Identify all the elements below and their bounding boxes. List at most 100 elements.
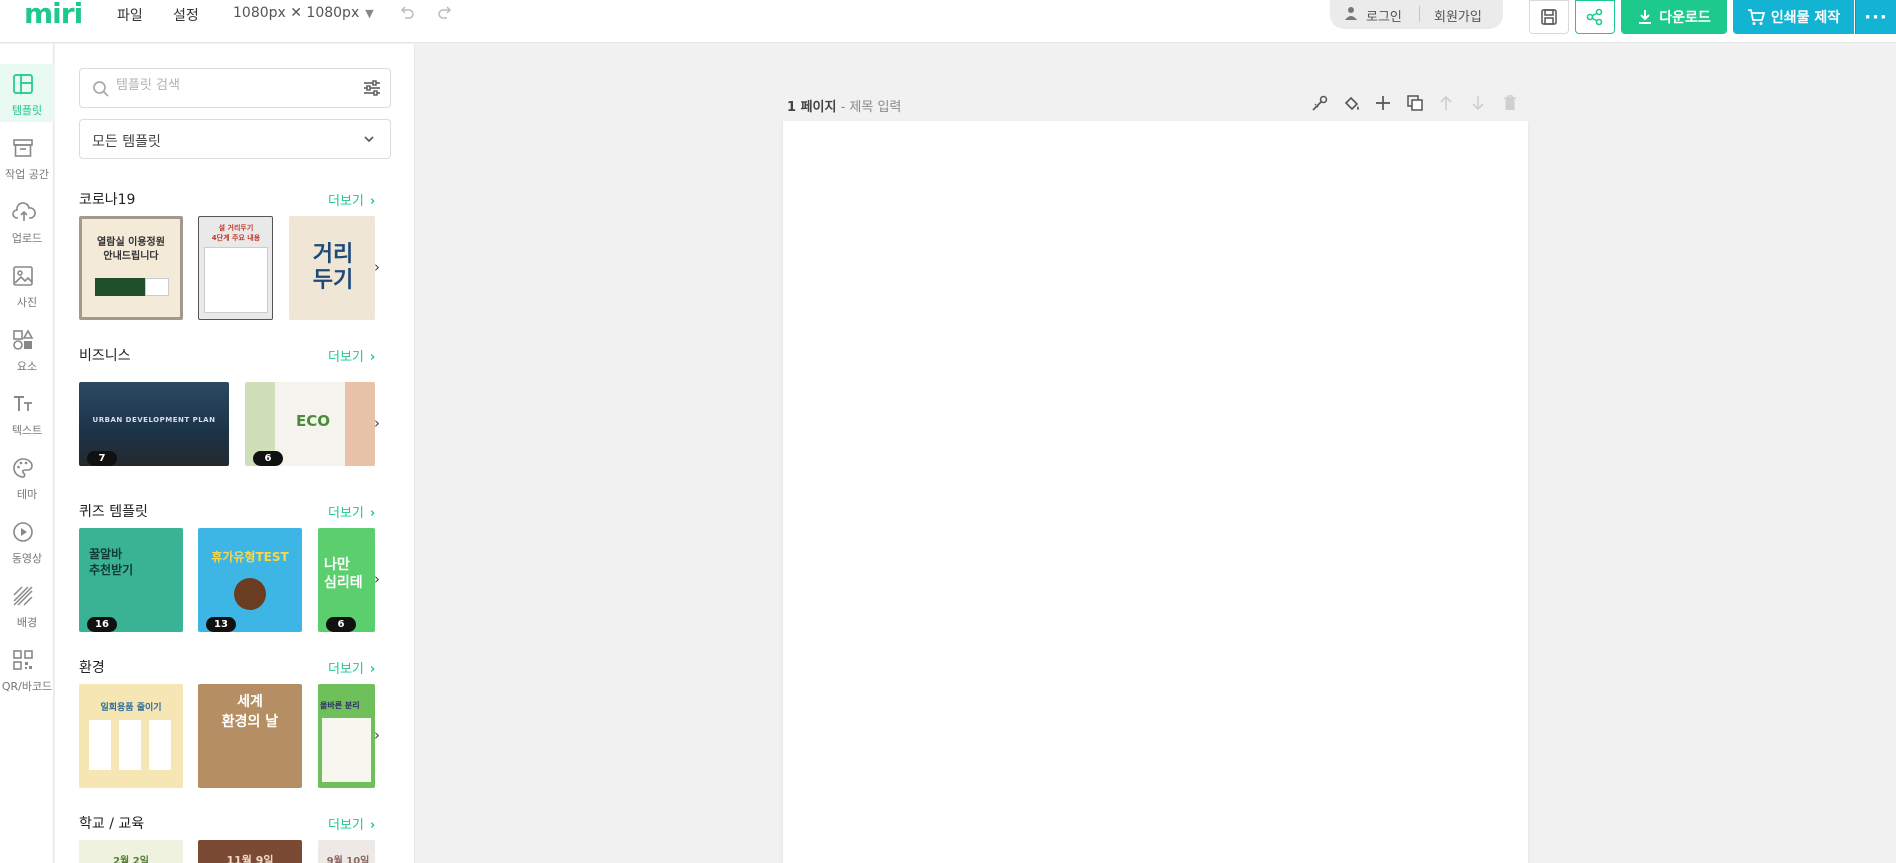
template-thumb[interactable]: 휴가유형TEST 13 [198, 528, 302, 632]
thumb-graphic [89, 720, 111, 770]
rail-item-upload[interactable]: 업로드 [0, 192, 54, 250]
template-thumb[interactable]: 일회용품 줄이기 [79, 684, 183, 788]
menu-file[interactable]: 파일 [117, 5, 143, 25]
rail-label: 템플릿 [11, 104, 43, 117]
share-icon [1586, 8, 1603, 26]
download-icon [1639, 10, 1652, 24]
chevron-down-icon [364, 136, 374, 143]
template-thumb[interactable]: URBAN DEVELOPMENT PLAN 7 [79, 382, 229, 466]
template-thumb[interactable]: 나만 심리테 6 [318, 528, 375, 632]
rail-item-text[interactable]: 텍스트 [0, 384, 54, 442]
chevron-right-icon[interactable]: › [374, 414, 380, 432]
chevron-right-icon[interactable]: › [374, 570, 380, 588]
canvas-size-select[interactable]: 1080px ✕ 1080px ▼ [233, 5, 374, 21]
thumb-graphic [234, 578, 266, 610]
thumb-text: 설 거리두기 4단계 주요 내용 [211, 224, 261, 242]
save-button[interactable] [1529, 0, 1569, 34]
add-page-icon[interactable] [1374, 94, 1392, 116]
archive-icon [13, 139, 33, 157]
template-count-badge: 16 [87, 617, 117, 632]
thumb-text: ECO [295, 412, 330, 430]
move-down-icon [1469, 94, 1487, 116]
template-thumb[interactable]: 세계 환경의 날 [198, 684, 302, 788]
chevron-right-icon[interactable]: › [374, 726, 380, 744]
rail-item-background[interactable]: 배경 [0, 576, 54, 634]
filter-icon[interactable] [363, 79, 381, 97]
rail-label: 텍스트 [11, 424, 43, 437]
template-thumb[interactable]: 11월 9일 [198, 840, 302, 863]
more-link-label: 더보기 [328, 350, 364, 365]
print-label: 인쇄물 제작 [1770, 10, 1841, 26]
fill-bucket-icon[interactable] [1343, 94, 1361, 116]
copy-page-icon[interactable] [1406, 94, 1424, 116]
template-thumb[interactable]: 올바른 분리 [318, 684, 375, 788]
chevron-right-icon: › [369, 818, 376, 833]
redo-icon[interactable] [436, 4, 456, 24]
thumb-text: 휴가유형TEST [211, 550, 289, 564]
chevron-right-icon: › [369, 194, 376, 209]
search-input[interactable] [116, 78, 336, 93]
template-count-badge: 13 [206, 617, 236, 632]
template-thumb[interactable]: ECO 6 [245, 382, 375, 466]
more-link-quiz[interactable]: 더보기 › [328, 502, 375, 521]
template-thumb[interactable]: 거리 두기 [289, 216, 375, 320]
more-link-covid[interactable]: 더보기 › [328, 190, 375, 209]
thumb-text: 세계 환경의 날 [221, 694, 279, 730]
canvas-size-label: 1080px ✕ 1080px [233, 5, 360, 21]
thumb-card [82, 219, 180, 317]
template-count-badge: 6 [253, 451, 283, 466]
download-button[interactable]: 다운로드 [1621, 0, 1727, 34]
page-label: 1 페이지 - 제목 입력 [787, 96, 901, 115]
rail-item-photos[interactable]: 사진 [0, 256, 54, 314]
more-options-button[interactable]: ··· [1855, 0, 1896, 34]
template-search [79, 68, 391, 108]
rail-item-qr-barcode[interactable]: QR/바코드 [0, 640, 54, 698]
thumb-text: 2월 2일 [113, 856, 149, 863]
login-link[interactable]: 로그인 [1366, 6, 1402, 25]
move-up-icon [1437, 94, 1455, 116]
thumb-graphic [322, 718, 371, 782]
text-icon [14, 396, 32, 411]
section-title-education: 학교 / 교육 [79, 816, 145, 832]
rail-item-elements[interactable]: 요소 [0, 320, 54, 378]
chevron-right-icon[interactable]: › [374, 258, 380, 276]
template-thumb[interactable]: 9월 10일 [318, 840, 375, 863]
auth-pill: 로그인 회원가입 [1330, 0, 1503, 29]
trash-icon [1501, 94, 1519, 116]
menu-settings[interactable]: 설정 [173, 5, 199, 25]
template-thumb[interactable]: 설 거리두기 4단계 주요 내용 [198, 216, 273, 320]
logo[interactable]: miri [24, 0, 83, 28]
thumb-text: 꿀알바 추천받기 [89, 547, 134, 577]
rail-item-video[interactable]: 동영상 [0, 512, 54, 570]
rail-item-theme[interactable]: 테마 [0, 448, 54, 506]
rail-item-workspace[interactable]: 작업 공간 [0, 128, 54, 186]
thumb-text: 11월 9일 [226, 854, 274, 863]
template-thumb[interactable]: 2월 2일 [79, 840, 183, 863]
chevron-right-icon: › [369, 506, 376, 521]
signup-link[interactable]: 회원가입 [1434, 6, 1482, 25]
more-link-business[interactable]: 더보기 › [328, 346, 375, 365]
magic-wand-icon[interactable] [1311, 94, 1329, 116]
thumb-graphic [145, 278, 169, 296]
template-panel: 모든 템플릿 코로나19 더보기 › 열람실 이용정원 안내드립니다 설 거리두기… [55, 44, 415, 863]
chevron-right-icon: › [369, 662, 376, 677]
section-title-environment: 환경 [79, 660, 105, 676]
section-title-business: 비즈니스 [79, 348, 131, 364]
rail-item-templates[interactable]: 템플릿 [0, 64, 54, 122]
design-page[interactable] [783, 121, 1528, 863]
template-thumb[interactable]: 열람실 이용정원 안내드립니다 [79, 216, 183, 320]
category-select[interactable]: 모든 템플릿 [79, 119, 391, 159]
print-order-button[interactable]: 인쇄물 제작 [1733, 0, 1854, 34]
undo-icon[interactable] [398, 4, 418, 24]
template-thumb[interactable]: 꿀알바 추천받기 16 [79, 528, 183, 632]
rail-label: 동영상 [11, 552, 43, 565]
more-link-education[interactable]: 더보기 › [328, 814, 375, 833]
palette-icon [13, 458, 33, 478]
page-number: 1 페이지 [787, 100, 837, 115]
shapes-icon [13, 329, 34, 350]
section-title-quiz: 퀴즈 템플릿 [79, 504, 148, 520]
more-link-environment[interactable]: 더보기 › [328, 658, 375, 677]
page-title-input[interactable]: - 제목 입력 [841, 100, 902, 115]
thumb-graphic [95, 278, 145, 296]
share-button[interactable] [1575, 0, 1615, 34]
